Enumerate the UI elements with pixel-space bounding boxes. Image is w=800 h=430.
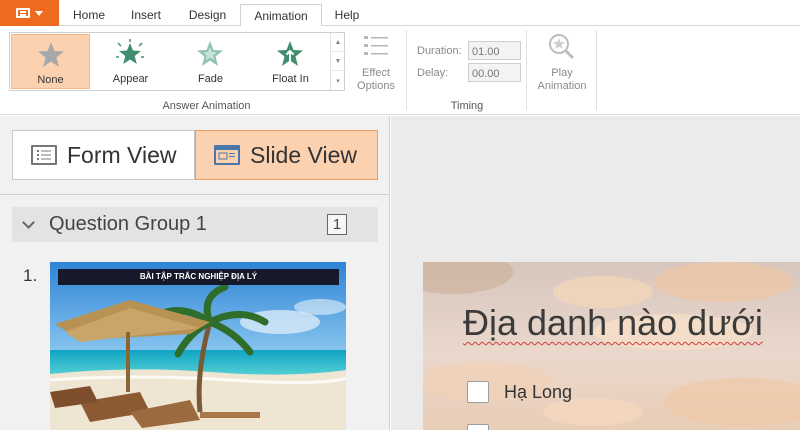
delay-label: Delay: [417, 67, 449, 79]
answer-checkbox[interactable] [467, 424, 489, 430]
tab-animation[interactable]: Animation [240, 4, 322, 27]
slides-pane: Form View Slide View Question Group 1 1 … [0, 116, 390, 430]
question-group-title: Question Group 1 [49, 213, 207, 235]
caret-down-icon [35, 10, 43, 16]
ribbon-separator [526, 30, 527, 110]
duration-input[interactable] [468, 41, 521, 60]
slide-view-label: Slide View [250, 141, 357, 168]
animation-none[interactable]: None [11, 34, 90, 89]
slide-editor-area: Địa danh nào dưới Hạ Long [391, 116, 800, 430]
slide-view-button[interactable]: Slide View [195, 130, 378, 180]
sunset-sky-background-image [423, 262, 800, 430]
animation-fade-label: Fade [197, 73, 224, 85]
animation-float-in[interactable]: Float In [251, 34, 330, 89]
play-animation-icon [549, 34, 575, 60]
slide-number: 1. [23, 266, 38, 285]
star-none-icon [38, 42, 64, 67]
effect-options-label: Effect Options [357, 67, 395, 92]
tab-home[interactable]: Home [63, 4, 115, 26]
animation-gallery: None Appear Fade Float In ▲ ▼ ▾ [9, 32, 345, 91]
star-fade-icon [197, 41, 223, 66]
form-view-button[interactable]: Form View [12, 130, 195, 180]
form-view-icon [31, 145, 57, 165]
tab-design[interactable]: Design [180, 4, 235, 26]
pane-divider [0, 194, 390, 195]
chevron-down-icon [22, 215, 35, 229]
animation-appear-label: Appear [112, 73, 149, 85]
timing-group-label: Timing [450, 100, 484, 112]
question-group-header[interactable]: Question Group 1 1 [12, 207, 378, 242]
gallery-scroll: ▲ ▼ ▾ [330, 33, 345, 90]
menu-icon [16, 8, 30, 18]
ribbon-tab-bar: Home Insert Design Animation Help [0, 0, 800, 27]
ribbon-panel: None Appear Fade Float In ▲ ▼ ▾ Answer A… [0, 26, 800, 115]
question-count-badge: 1 [327, 214, 347, 235]
answer-animation-group-label: Answer Animation [162, 100, 251, 112]
animation-fade[interactable]: Fade [171, 34, 250, 89]
beach-thumbnail-image [50, 262, 346, 430]
question-text[interactable]: Địa danh nào dưới [463, 302, 763, 344]
effect-options-button[interactable]: Effect Options [350, 34, 402, 94]
form-view-label: Form View [67, 141, 177, 168]
delay-input[interactable] [468, 63, 521, 82]
duration-label: Duration: [417, 45, 462, 57]
answer-option-text: Hạ Long [504, 381, 573, 402]
play-animation-label: Play Animation [537, 67, 587, 92]
answer-checkbox[interactable] [467, 381, 489, 403]
animation-float-in-label: Float In [272, 73, 309, 85]
slide-thumbnail[interactable]: BÀI TẬP TRẮC NGHIỆP ĐỊA LÝ [50, 262, 346, 430]
animation-appear[interactable]: Appear [91, 34, 170, 89]
star-float-in-icon [277, 41, 303, 66]
ribbon-separator [596, 30, 597, 110]
ribbon-separator [406, 30, 407, 110]
tab-help[interactable]: Help [326, 4, 368, 26]
animation-none-label: None [37, 74, 64, 86]
slide-view-icon [214, 145, 240, 165]
gallery-scroll-down-button[interactable]: ▼ [331, 52, 345, 71]
slide-canvas[interactable]: Địa danh nào dưới Hạ Long [423, 262, 800, 430]
gallery-more-button[interactable]: ▾ [331, 71, 345, 90]
gallery-scroll-up-button[interactable]: ▲ [331, 33, 345, 52]
play-animation-button[interactable]: Play Animation [532, 32, 592, 94]
thumbnail-title: BÀI TẬP TRẮC NGHIỆP ĐỊA LÝ [58, 269, 339, 285]
answer-option-a[interactable]: Hạ Long [467, 381, 572, 403]
effect-options-icon [364, 36, 388, 55]
file-menu-button[interactable] [0, 0, 59, 26]
star-appear-icon [116, 39, 144, 64]
tab-insert[interactable]: Insert [119, 4, 173, 26]
